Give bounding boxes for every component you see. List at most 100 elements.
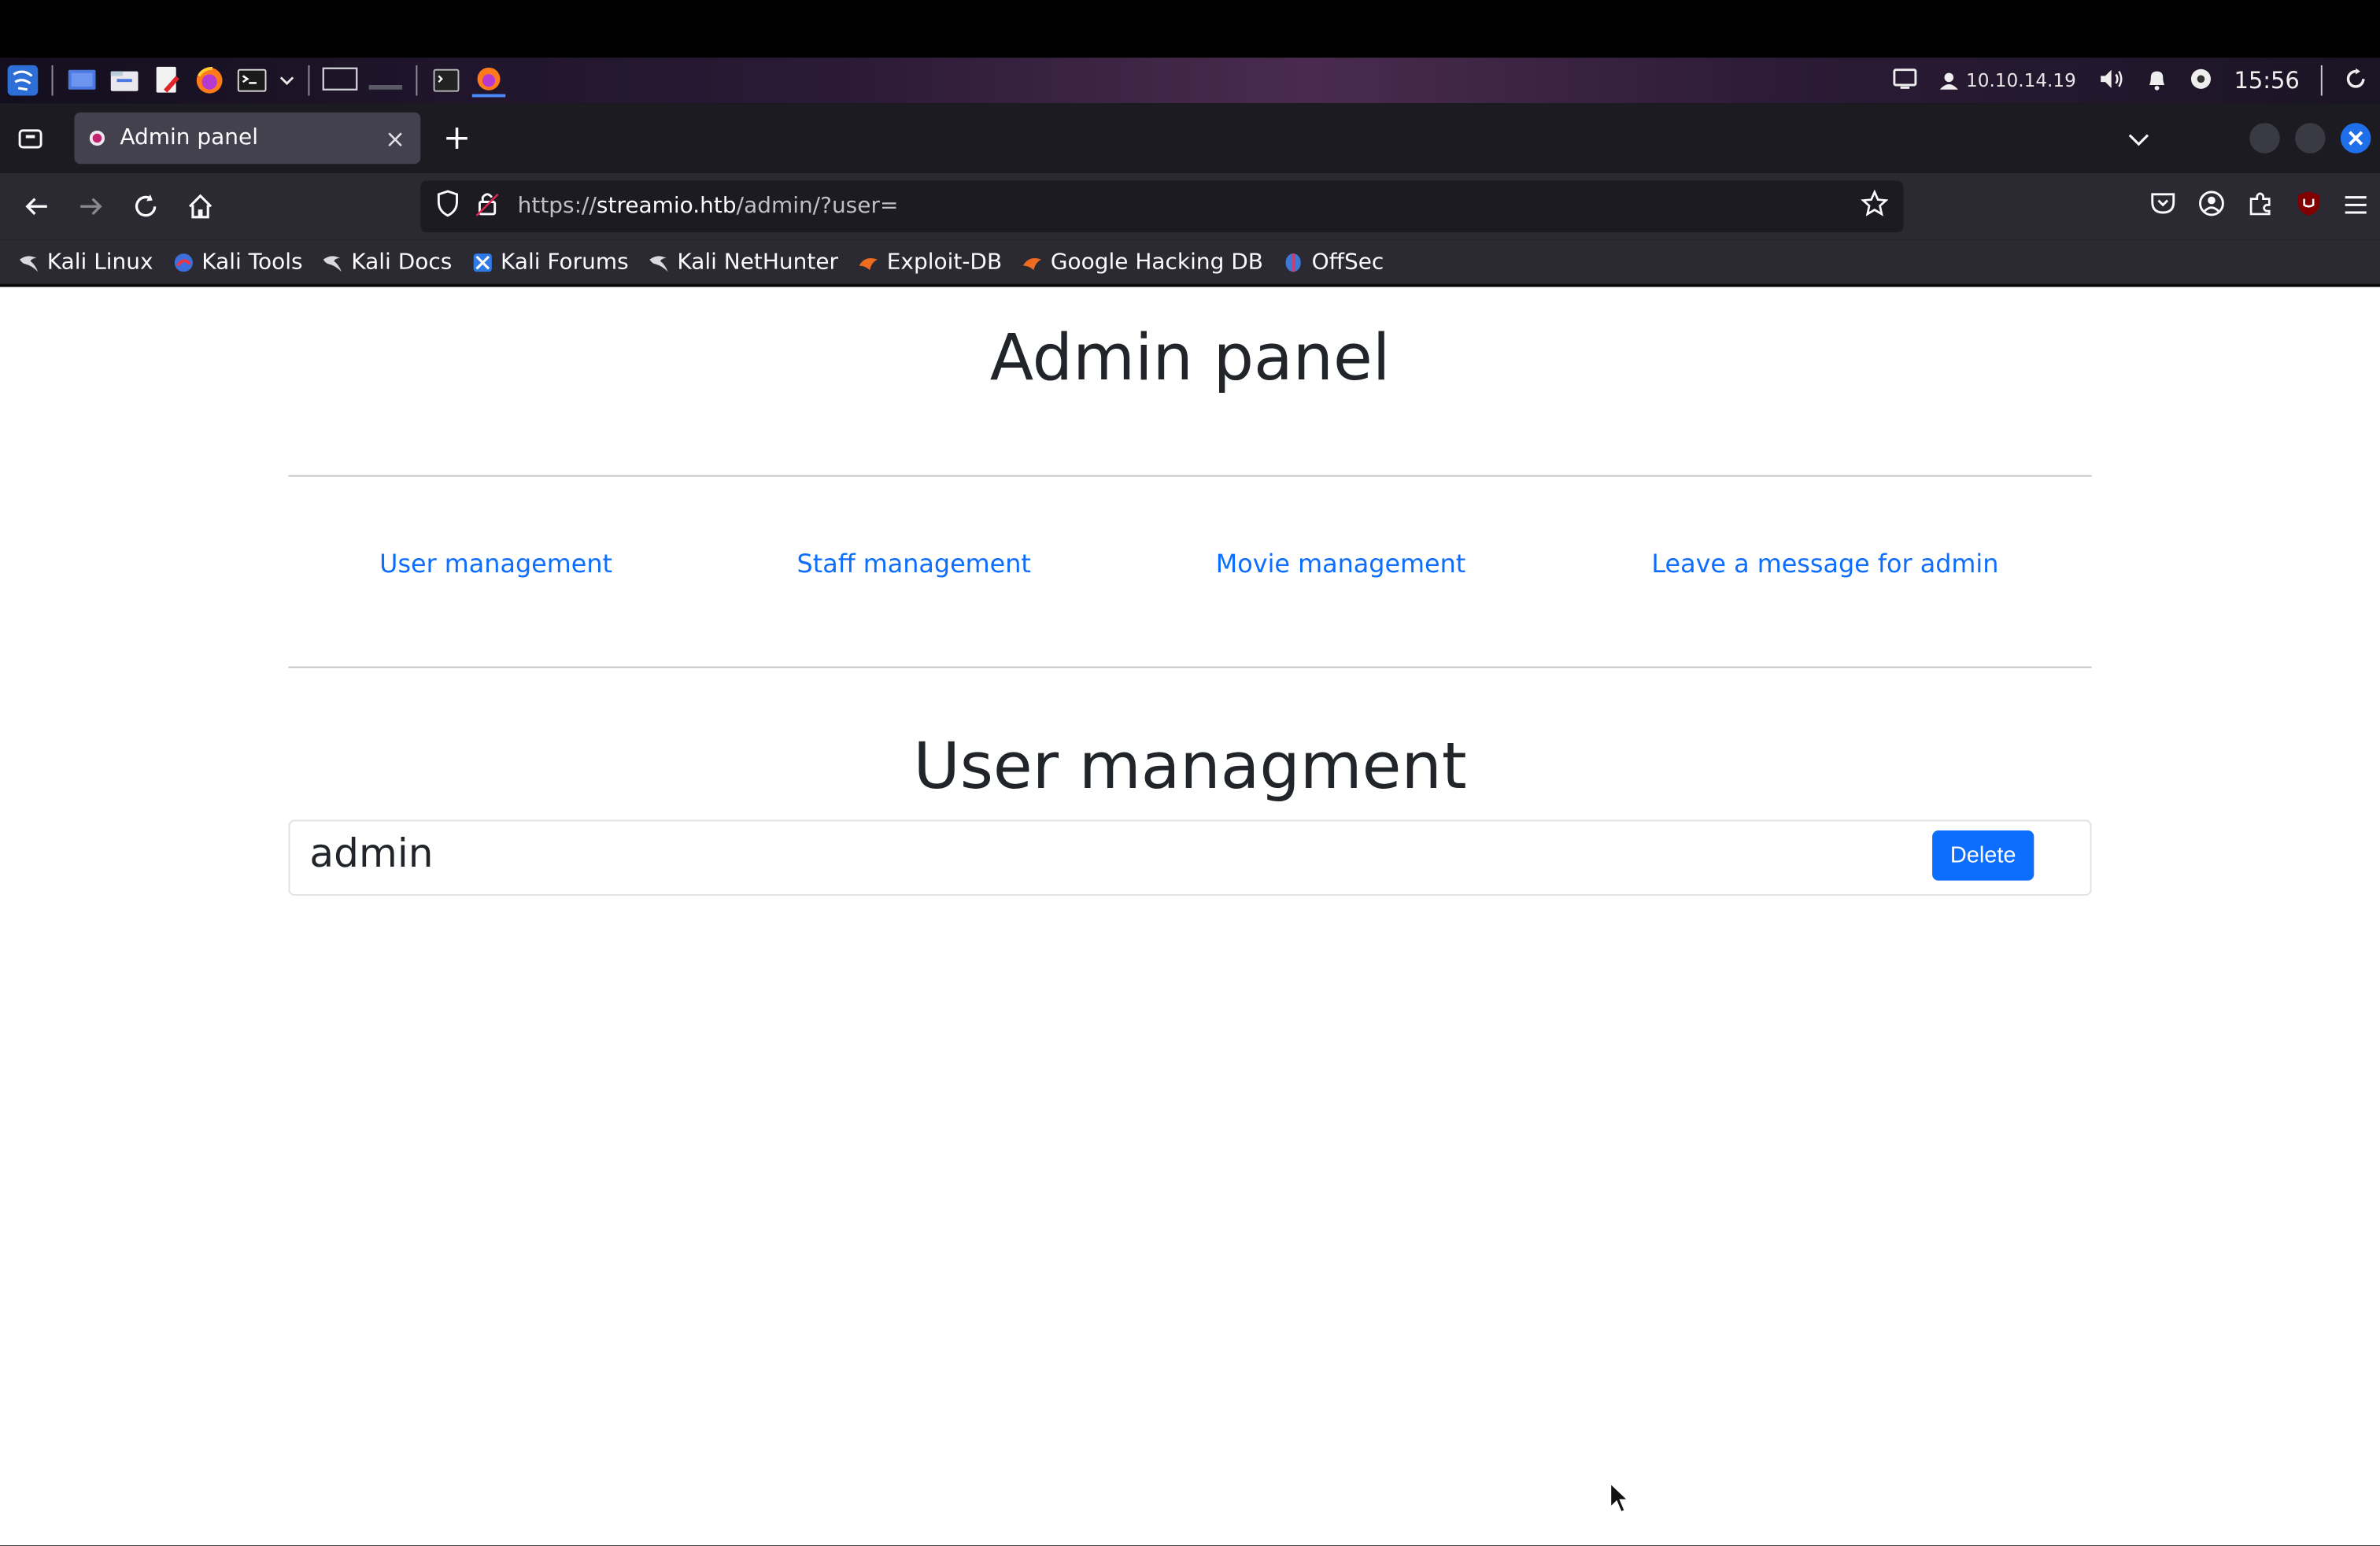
url-host: streamio.htb — [596, 194, 737, 219]
kali-dragon-icon — [649, 251, 670, 272]
bookmark-offsec[interactable]: OffSec — [1283, 250, 1384, 274]
hamburger-menu-icon[interactable] — [2344, 192, 2368, 221]
extensions-puzzle-icon[interactable] — [2246, 190, 2274, 223]
bookmark-star-icon[interactable] — [1861, 188, 1889, 224]
kali-tools-icon — [173, 251, 194, 272]
bookmark-kali-docs[interactable]: Kali Docs — [323, 250, 453, 275]
bookmark-label: Google Hacking DB — [1050, 250, 1263, 275]
bookmark-label: Kali Tools — [201, 250, 303, 275]
bookmark-label: OffSec — [1311, 250, 1384, 275]
account-icon[interactable] — [2198, 190, 2226, 223]
user-list-item: admin Delete — [288, 819, 2092, 896]
bookmark-google-hacking-db[interactable]: Google Hacking DB — [1022, 250, 1263, 274]
kali-menu-icon[interactable] — [6, 64, 39, 97]
taskbar-separator — [2320, 65, 2323, 96]
arrow-left-icon — [25, 198, 47, 216]
tab-strip: Admin panel × + — [0, 103, 2380, 173]
arrow-right-icon — [80, 198, 102, 216]
close-icon — [2349, 131, 2363, 146]
menu-link-user-management[interactable]: User management — [379, 549, 612, 579]
tracking-protection-shield-icon[interactable] — [436, 190, 460, 223]
workspace-2-icon[interactable] — [368, 64, 404, 97]
tab-title: Admin panel — [120, 126, 258, 150]
url-scheme: https:// — [517, 194, 597, 219]
maximize-window-button[interactable] — [2295, 123, 2326, 153]
minimize-window-button[interactable] — [2249, 123, 2280, 153]
kali-forums-icon — [471, 251, 493, 272]
firefox-view-button[interactable] — [0, 103, 61, 173]
url-text[interactable]: https://streamio.htb/admin/?user= — [518, 194, 899, 219]
bookmark-kali-nethunter[interactable]: Kali NetHunter — [649, 250, 838, 274]
bookmark-kali-linux[interactable]: Kali Linux — [18, 250, 153, 274]
admin-menu: User management Staff management Movie m… — [288, 549, 2091, 595]
bookmarks-toolbar: Kali Linux Kali Tools Kali Docs Kali Forums… — [0, 239, 2380, 286]
terminal-launcher-icon[interactable] — [235, 64, 268, 97]
terminal-window-icon[interactable] — [430, 64, 463, 97]
delete-user-button[interactable]: Delete — [1932, 830, 2034, 881]
bookmark-exploit-db[interactable]: Exploit-DB — [858, 250, 1002, 274]
bookmark-kali-tools[interactable]: Kali Tools — [173, 250, 303, 274]
menu-link-movie-management[interactable]: Movie management — [1216, 549, 1465, 579]
mouse-pointer-icon — [1609, 1481, 1630, 1521]
divider-top — [288, 475, 2092, 477]
show-desktop-icon[interactable] — [65, 64, 98, 97]
session-logout-icon[interactable] — [2344, 66, 2368, 95]
back-button[interactable] — [9, 182, 64, 231]
vpn-user-icon — [1940, 72, 1959, 90]
notification-bell-icon[interactable] — [2146, 66, 2168, 95]
forward-button[interactable] — [64, 182, 118, 231]
bookmark-label: Kali Docs — [351, 250, 453, 275]
screen-icon[interactable] — [1893, 68, 1917, 94]
divider-bottom — [288, 666, 2092, 668]
exploit-db-icon — [858, 251, 879, 272]
vpn-ip: 10.10.14.19 — [1965, 69, 2076, 91]
menu-link-leave-message[interactable]: Leave a message for admin — [1651, 549, 1998, 579]
list-all-tabs-icon[interactable] — [2128, 124, 2149, 153]
clock[interactable]: 15:56 — [2234, 67, 2299, 94]
exploit-db-icon — [1022, 251, 1043, 272]
taskbar-separator — [416, 65, 418, 96]
site-favicon-icon — [89, 130, 105, 146]
reload-icon — [135, 194, 157, 217]
desktop-taskbar: 10.10.14.19 15:56 — [0, 57, 2380, 104]
tab-close-icon[interactable]: × — [385, 124, 405, 153]
home-icon — [188, 194, 213, 219]
page-title: Admin panel — [989, 320, 1391, 395]
pocket-icon[interactable] — [2149, 190, 2177, 223]
close-window-button[interactable] — [2340, 123, 2371, 153]
screen: 10.10.14.19 15:56 Admin panel × + https:… — [0, 0, 2380, 1546]
file-manager-icon[interactable] — [108, 64, 141, 97]
firefox-view-icon — [18, 129, 42, 149]
home-button[interactable] — [173, 182, 227, 231]
reload-button[interactable] — [118, 182, 172, 231]
chevron-down-icon[interactable] — [278, 64, 296, 97]
connection-lock-icon[interactable] — [475, 190, 500, 223]
kali-dragon-icon — [18, 251, 39, 272]
section-title: User managment — [913, 728, 1467, 804]
firefox-window-icon[interactable] — [471, 64, 506, 98]
ublock-origin-icon[interactable] — [2295, 190, 2323, 223]
address-bar[interactable]: https://streamio.htb/admin/?user= — [420, 180, 1904, 233]
kali-dragon-icon — [323, 251, 344, 272]
user-name: admin — [309, 831, 434, 878]
bookmark-kali-forums[interactable]: Kali Forums — [471, 250, 629, 275]
new-tab-button[interactable]: + — [437, 118, 476, 157]
text-editor-icon[interactable] — [150, 64, 183, 97]
bookmark-label: Kali NetHunter — [677, 250, 839, 275]
firefox-launcher-icon[interactable] — [193, 64, 226, 97]
volume-icon[interactable] — [2097, 66, 2125, 95]
tab-admin-panel[interactable]: Admin panel × — [74, 112, 421, 165]
bookmark-label: Kali Forums — [501, 250, 629, 275]
navigation-toolbar: https://streamio.htb/admin/?user= — [0, 172, 2380, 240]
bookmark-label: Exploit-DB — [886, 250, 1003, 275]
power-status-icon[interactable] — [2189, 66, 2213, 95]
bookmark-label: Kali Linux — [46, 250, 153, 275]
menu-link-staff-management[interactable]: Staff management — [797, 549, 1031, 579]
url-path: /admin/?user= — [736, 194, 899, 219]
page-content: Admin panel User management Staff manage… — [0, 287, 2380, 1546]
taskbar-separator — [308, 65, 310, 96]
workspace-1-icon[interactable] — [322, 64, 358, 97]
taskbar-separator — [51, 65, 54, 96]
offsec-icon — [1283, 251, 1304, 272]
vpn-status[interactable]: 10.10.14.19 — [1938, 70, 2076, 91]
